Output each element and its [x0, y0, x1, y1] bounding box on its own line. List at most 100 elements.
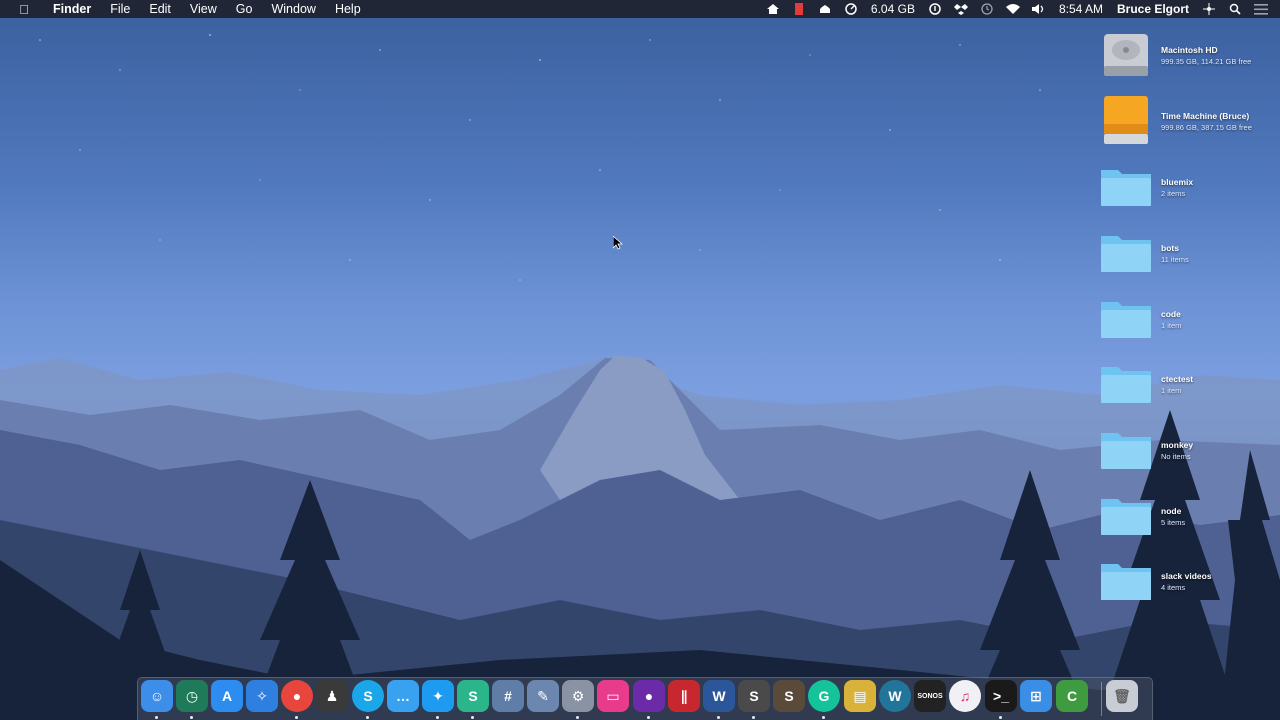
menu-file[interactable]: File: [101, 0, 140, 18]
desktop-item-time-machine[interactable]: Time Machine (Bruce) 999.86 GB, 387.15 G…: [1098, 94, 1278, 154]
sublime-text-2-glyph: S: [784, 688, 794, 704]
menu-view[interactable]: View: [181, 0, 227, 18]
wifi-icon[interactable]: [1004, 2, 1022, 16]
time-machine-app-icon[interactable]: ◷: [176, 680, 208, 712]
twitter-icon[interactable]: ✦: [422, 680, 454, 712]
folder-icon: [1101, 367, 1151, 403]
desktop-item-info: 999.86 GB, 387.15 GB free: [1161, 123, 1252, 132]
archive-utility-icon[interactable]: ▤: [844, 680, 876, 712]
parallels-icon[interactable]: ∥: [668, 680, 700, 712]
desktop-item-info: 11 items: [1161, 255, 1189, 264]
time-machine-app-glyph: ◷: [185, 687, 199, 704]
dock-separator: [1101, 682, 1102, 716]
desktop-item-name: Time Machine (Bruce): [1161, 111, 1250, 121]
safari-glyph: ✧: [256, 687, 268, 704]
notification-center-icon[interactable]: [1252, 2, 1270, 16]
sublime-text-icon[interactable]: S: [738, 680, 770, 712]
menu-go[interactable]: Go: [227, 0, 263, 18]
word-icon[interactable]: W: [703, 680, 735, 712]
messages-icon[interactable]: …: [387, 680, 419, 712]
dock-running-indicator: [752, 716, 755, 719]
memory-gauge-icon[interactable]: [842, 2, 860, 16]
windows-glyph: ⊞: [1030, 687, 1042, 704]
user-name[interactable]: Bruce Elgort: [1110, 0, 1196, 18]
sonos-icon[interactable]: SONOS: [914, 680, 946, 712]
folder-icon: [1101, 564, 1151, 600]
stars: [39, 34, 1041, 281]
desktop-item-name: node: [1161, 506, 1182, 516]
desktop-item-folder-node[interactable]: node 5 items: [1098, 489, 1278, 549]
sonos-glyph: SONOS: [917, 692, 943, 700]
trash-icon[interactable]: 🗑: [1106, 680, 1138, 712]
dock-running-indicator: [436, 716, 439, 719]
desktop-wallpaper: [0, 0, 1280, 720]
mouse-cursor-icon: [613, 236, 623, 250]
desktop-item-info: 999.35 GB, 114.21 GB free: [1161, 57, 1252, 66]
desktop-item-folder-ctectest[interactable]: ctectest 1 item: [1098, 357, 1278, 417]
desktop-item-name: code: [1161, 309, 1181, 319]
time-machine-icon[interactable]: [978, 2, 996, 16]
desktop-item-macintosh-hd[interactable]: Macintosh HD 999.35 GB, 114.21 GB free: [1098, 28, 1278, 88]
dock-running-indicator: [366, 716, 369, 719]
skype-glyph: S: [363, 688, 373, 704]
dock-running-indicator: [576, 716, 579, 719]
dock-running-indicator: [471, 716, 474, 719]
grid-app-icon[interactable]: #: [492, 680, 524, 712]
desktop-item-folder-bots[interactable]: bots 11 items: [1098, 226, 1278, 286]
dock-running-indicator: [717, 716, 720, 719]
finder-icon[interactable]: ☺: [141, 680, 173, 712]
github-icon[interactable]: ●: [633, 680, 665, 712]
spotlight-icon[interactable]: [1226, 2, 1244, 16]
sharing-icon[interactable]: [1200, 2, 1218, 16]
preview-icon[interactable]: ✎: [527, 680, 559, 712]
slack-icon[interactable]: S: [457, 680, 489, 712]
battery-red-icon[interactable]: [790, 2, 808, 16]
itunes-icon[interactable]: ♫: [949, 680, 981, 712]
menu-app-finder[interactable]: Finder: [44, 0, 101, 18]
folder-icon: [1101, 236, 1151, 272]
info-icon[interactable]: [926, 2, 944, 16]
hooded-figure-icon[interactable]: ♟: [316, 680, 348, 712]
app-store-icon[interactable]: A: [211, 680, 243, 712]
chrome-icon[interactable]: ●: [281, 680, 313, 712]
sublime-text-glyph: S: [749, 688, 759, 704]
external-drive-icon: [1104, 96, 1148, 144]
cloud-upload-icon[interactable]: [816, 2, 834, 16]
dock-running-indicator: [295, 716, 298, 719]
desktop-item-folder-monkey[interactable]: monkey No items: [1098, 423, 1278, 483]
hard-drive-icon: [1104, 34, 1148, 76]
house-icon[interactable]: [764, 2, 782, 16]
folder-icon: [1101, 499, 1151, 535]
wallpaper-landscape: [0, 34, 1280, 720]
memory-readout[interactable]: 6.04 GB: [864, 0, 922, 18]
monitor-app-icon[interactable]: ▭: [597, 680, 629, 712]
clock[interactable]: 8:54 AM: [1052, 0, 1110, 18]
skype-icon[interactable]: S: [352, 680, 384, 712]
desktop-item-name: Macintosh HD: [1161, 45, 1218, 55]
sublime-text-2-icon[interactable]: S: [773, 680, 805, 712]
menu-help[interactable]: Help: [326, 0, 371, 18]
dropbox-icon[interactable]: [952, 2, 970, 16]
desktop-item-name: monkey: [1161, 440, 1194, 450]
wordpress-icon[interactable]: W: [879, 680, 911, 712]
app-store-glyph: A: [221, 688, 233, 704]
word-glyph: W: [712, 688, 726, 704]
menu-window[interactable]: Window: [262, 0, 325, 18]
preview-glyph: ✎: [537, 687, 549, 704]
camtasia-icon[interactable]: C: [1056, 680, 1088, 712]
itunes-glyph: ♫: [959, 688, 971, 704]
desktop-item-folder-bluemix[interactable]: bluemix 2 items: [1098, 160, 1278, 220]
grammarly-icon[interactable]: G: [808, 680, 840, 712]
desktop-item-folder-code[interactable]: code 1 item: [1098, 292, 1278, 352]
menu-edit[interactable]: Edit: [140, 0, 181, 18]
terminal-icon[interactable]: >_: [985, 680, 1017, 712]
volume-icon[interactable]: [1030, 2, 1048, 16]
chrome-glyph: ●: [292, 688, 302, 704]
safari-icon[interactable]: ✧: [246, 680, 278, 712]
slack-glyph: S: [468, 688, 478, 704]
desktop-item-folder-slack-videos[interactable]: slack videos 4 items: [1098, 554, 1278, 614]
system-preferences-icon[interactable]: ⚙: [562, 680, 594, 712]
apple-icon[interactable]: : [16, 2, 32, 17]
dock-running-indicator: [999, 716, 1002, 719]
windows-icon[interactable]: ⊞: [1020, 680, 1052, 712]
